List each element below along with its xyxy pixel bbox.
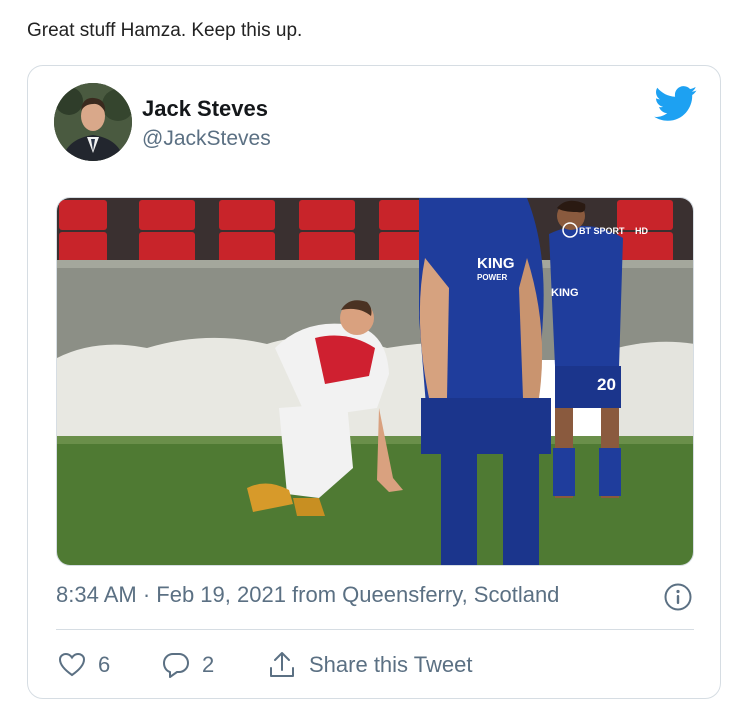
share-label: Share this Tweet — [309, 652, 473, 677]
broadcast-hd-label: HD — [635, 226, 648, 236]
divider — [56, 629, 694, 630]
tweet-actions: 6 2 Share this Tweet — [56, 648, 696, 682]
like-button[interactable]: 6 — [58, 648, 110, 682]
reply-icon — [163, 653, 189, 678]
author-name[interactable]: Jack Steves — [142, 96, 268, 122]
like-count: 6 — [98, 652, 111, 677]
heart-icon — [58, 652, 86, 677]
avatar-image — [54, 83, 132, 161]
twitter-bird-icon[interactable] — [654, 86, 698, 122]
jersey-sponsor-subtext: POWER — [477, 273, 507, 282]
video-frame: KING POWER KING 20 BT SPORT HD — [57, 198, 693, 565]
broadcast-logo: BT SPORT — [579, 226, 625, 236]
reply-count: 2 — [202, 652, 215, 677]
info-icon[interactable] — [663, 582, 693, 612]
reply-button[interactable]: 2 — [162, 648, 214, 682]
avatar[interactable] — [54, 83, 132, 161]
author-handle[interactable]: @JackSteves — [142, 127, 271, 151]
jersey-sponsor-text-2: KING — [551, 287, 579, 299]
shirt-number: 20 — [597, 375, 616, 394]
tweet-timestamp-location[interactable]: 8:34 AM · Feb 19, 2021 from Queensferry,… — [56, 582, 559, 608]
embedded-tweet-card[interactable]: Jack Steves @JackSteves KING POWER KING … — [27, 65, 721, 699]
share-button[interactable]: Share this Tweet — [267, 648, 472, 682]
tweet-video[interactable]: KING POWER KING 20 BT SPORT HD — [56, 197, 694, 566]
jersey-sponsor-text: KING — [477, 255, 515, 272]
share-icon — [270, 652, 294, 677]
tweet-caption: Great stuff Hamza. Keep this up. — [27, 20, 303, 41]
